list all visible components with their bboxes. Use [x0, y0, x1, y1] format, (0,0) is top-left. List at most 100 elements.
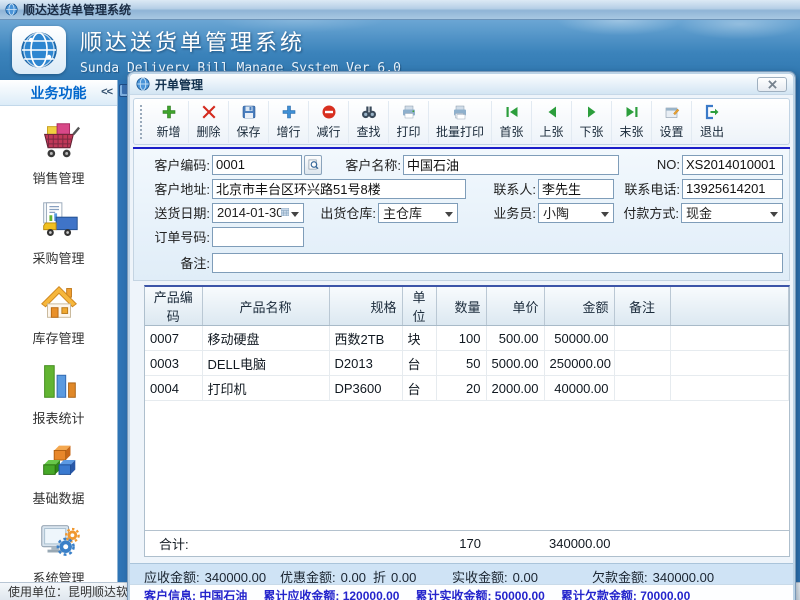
receivable-amount: 应收金额:340000.00 — [144, 567, 266, 586]
next-icon — [584, 104, 600, 120]
customer-lookup-button[interactable] — [304, 155, 322, 175]
sidebar-item-sales[interactable]: 销售管理 — [0, 116, 117, 189]
dropdown-arrow-icon — [770, 212, 778, 217]
sidebar-collapse-button[interactable]: << — [101, 86, 112, 98]
table-row[interactable]: 0003 DELL电脑 D2013 台 50 5000.00 250000.00 — [145, 351, 789, 376]
sidebar-item-purchase[interactable]: 采购管理 — [0, 196, 117, 269]
button-label: 新增 — [156, 123, 180, 140]
cell-name: 打印机 — [202, 376, 329, 401]
cell-amount: 40000.00 — [544, 376, 614, 401]
contact-input[interactable] — [538, 179, 614, 199]
billing-window: 开单管理 新增 删除 保存 增行 — [128, 72, 795, 600]
batch-print-icon — [452, 104, 468, 120]
customer-name-input[interactable] — [403, 155, 619, 175]
cell-price: 2000.00 — [486, 376, 544, 401]
cell-remark — [614, 351, 670, 376]
first-button[interactable]: 首张 — [492, 101, 532, 143]
total-amount: 340000.00 — [544, 530, 614, 556]
button-label: 减行 — [316, 123, 340, 140]
button-label: 末张 — [620, 123, 644, 140]
close-icon — [768, 80, 777, 89]
cell-unit: 台 — [402, 376, 436, 401]
cell-amount: 250000.00 — [544, 351, 614, 376]
close-button[interactable] — [757, 77, 787, 92]
sidebar-header: 业务功能 << — [0, 80, 117, 106]
new-button[interactable]: 新增 — [149, 101, 189, 143]
cell-qty: 50 — [436, 351, 486, 376]
payment-select[interactable]: 现金 — [681, 203, 783, 223]
remove-row-button[interactable]: 减行 — [309, 101, 349, 143]
exit-button[interactable]: 退出 — [692, 101, 732, 143]
cell-unit: 台 — [402, 351, 436, 376]
col-header-price: 单价 — [486, 287, 544, 326]
col-header-spec: 规格 — [329, 287, 402, 326]
delivery-date-value: 2014-01-30 — [217, 205, 284, 220]
toolbar-drag-handle[interactable] — [140, 105, 143, 139]
cell-qty: 100 — [436, 326, 486, 351]
sidebar-item-inventory[interactable]: 库存管理 — [0, 276, 117, 349]
cell-name: DELL电脑 — [202, 351, 329, 376]
col-header-remark: 备注 — [614, 287, 670, 326]
truck-icon — [35, 198, 83, 244]
discount-rate: 折0.00 — [373, 567, 416, 586]
sidebar-item-reports[interactable]: 报表统计 — [0, 356, 117, 429]
delete-button[interactable]: 删除 — [189, 101, 229, 143]
globe-logo-icon — [19, 30, 59, 70]
phone-label: 联系电话: — [624, 179, 680, 198]
last-icon — [624, 104, 640, 120]
sidebar-items: 销售管理 采购管理 库存 — [0, 116, 117, 589]
settings-button[interactable]: 设置 — [652, 101, 692, 143]
phone-input[interactable] — [682, 179, 783, 199]
sidebar-item-system[interactable]: 系统管理 — [0, 516, 117, 589]
col-header-code: 产品编码 — [145, 287, 202, 326]
salesman-value: 小陶 — [543, 203, 569, 222]
window-globe-icon — [136, 77, 150, 91]
batch-print-button[interactable]: 批量打印 — [429, 101, 492, 143]
address-input[interactable] — [212, 179, 466, 199]
lookup-magnifier-icon — [308, 159, 319, 170]
warehouse-select[interactable]: 主仓库 — [378, 203, 458, 223]
button-label: 增行 — [276, 123, 300, 140]
salesman-label: 业务员: — [486, 203, 536, 222]
table-row[interactable]: 0007 移动硬盘 西数2TB 块 100 500.00 50000.00 — [145, 326, 789, 351]
app-logo — [12, 26, 66, 74]
bill-form: 客户编码: 客户名称: NO: 客户地址: 联系人: — [133, 149, 790, 281]
print-button[interactable]: 打印 — [389, 101, 429, 143]
find-button[interactable]: 查找 — [349, 101, 389, 143]
button-label: 打印 — [396, 123, 420, 140]
button-label: 设置 — [660, 123, 684, 140]
col-header-name: 产品名称 — [202, 287, 329, 326]
next-button[interactable]: 下张 — [572, 101, 612, 143]
last-button[interactable]: 末张 — [612, 101, 652, 143]
button-label: 下张 — [580, 123, 604, 140]
remark-input[interactable] — [212, 253, 783, 273]
add-icon — [161, 104, 177, 120]
cell-spec: D2013 — [329, 351, 402, 376]
order-no-input[interactable] — [212, 227, 304, 247]
settings-icon — [664, 104, 680, 120]
toolbar: 新增 删除 保存 增行 减行 查找 — [133, 98, 790, 145]
sidebar-item-label: 基础数据 — [32, 488, 84, 507]
remark-label: 备注: — [148, 253, 210, 272]
grid-header-row: 产品编码 产品名称 规格 单位 数量 单价 金额 备注 — [145, 287, 789, 326]
delivery-date-picker[interactable]: 2014-01-30 — [212, 203, 304, 223]
salesman-select[interactable]: 小陶 — [538, 203, 614, 223]
table-row[interactable]: 0004 打印机 DP3600 台 20 2000.00 40000.00 — [145, 376, 789, 401]
customer-status-line: 客户信息: 中国石油 累计应收金额: 120000.00 累计实收金额: 500… — [130, 585, 793, 600]
add-row-button[interactable]: 增行 — [269, 101, 309, 143]
customer-code-input[interactable] — [212, 155, 302, 175]
discount-amount: 优惠金额:0.00 — [280, 567, 366, 586]
app-globe-icon — [5, 3, 18, 16]
save-button[interactable]: 保存 — [229, 101, 269, 143]
billing-window-titlebar[interactable]: 开单管理 — [130, 74, 793, 95]
cell-code: 0003 — [145, 351, 202, 376]
warehouse-value: 主仓库 — [383, 203, 422, 222]
prev-button[interactable]: 上张 — [532, 101, 572, 143]
cell-remark — [614, 376, 670, 401]
sidebar-item-label: 采购管理 — [32, 248, 84, 267]
bill-no-input[interactable] — [682, 155, 783, 175]
summary-bar: 应收金额:340000.00 优惠金额:0.00 折0.00 实收金额:0.00… — [130, 563, 793, 585]
cell-unit: 块 — [402, 326, 436, 351]
sidebar-item-basedata[interactable]: 基础数据 — [0, 436, 117, 509]
dropdown-arrow-icon — [291, 212, 299, 217]
